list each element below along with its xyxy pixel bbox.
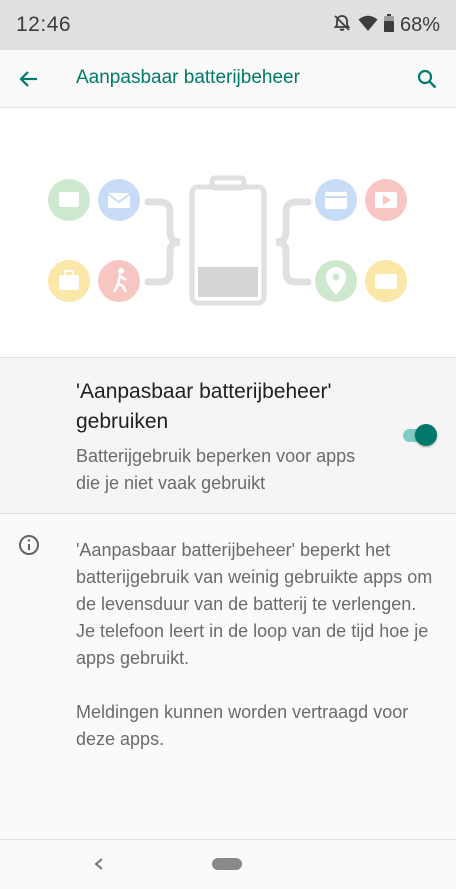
briefcase-icon [48,260,90,302]
battery-icon [383,13,394,37]
adaptive-battery-illustration [0,108,456,358]
mail-icon [98,179,140,221]
nav-home-pill[interactable] [212,858,242,870]
toggle-thumb [415,424,437,446]
nav-back-icon [94,858,103,870]
chat-icon [48,179,90,221]
status-icons: 68% [332,13,440,38]
info-section: 'Aanpasbaar batterijbeheer' beperkt het … [0,515,456,840]
adaptive-battery-setting-row[interactable]: 'Aanpasbaar batterijbeheer' gebruiken Ba… [0,359,456,514]
alarm-off-icon [332,13,352,38]
adaptive-battery-toggle[interactable] [401,422,437,448]
back-button[interactable] [12,62,46,96]
info-paragraph-2: Meldingen kunnen worden vertraagd voor d… [76,702,409,749]
nav-back-button[interactable] [88,852,110,876]
wifi-icon [358,14,378,37]
map-pin-icon [315,260,357,302]
status-time: 12:46 [16,13,72,36]
app-bar: Aanpasbaar batterijbeheer [0,50,456,108]
video-icon [365,179,407,221]
info-text: 'Aanpasbaar batterijbeheer' beperkt het … [76,537,436,780]
search-button[interactable] [410,62,444,96]
info-paragraph-1: 'Aanpasbaar batterijbeheer' beperkt het … [76,540,433,668]
info-icon [19,535,39,555]
system-nav-bar [0,840,456,889]
search-icon [417,69,437,89]
status-bar: 12:46 68% [0,0,456,50]
setting-summary: Batterijgebruik beperken voor apps die j… [76,446,356,493]
message-icon [365,260,407,302]
setting-title: 'Aanpasbaar batterijbeheer' gebruiken [76,380,332,433]
running-icon [98,260,140,302]
battery-percent: 68% [399,13,440,36]
calendar-icon [315,179,357,221]
page-title: Aanpasbaar batterijbeheer [76,67,300,88]
arrow-back-icon [19,71,37,87]
